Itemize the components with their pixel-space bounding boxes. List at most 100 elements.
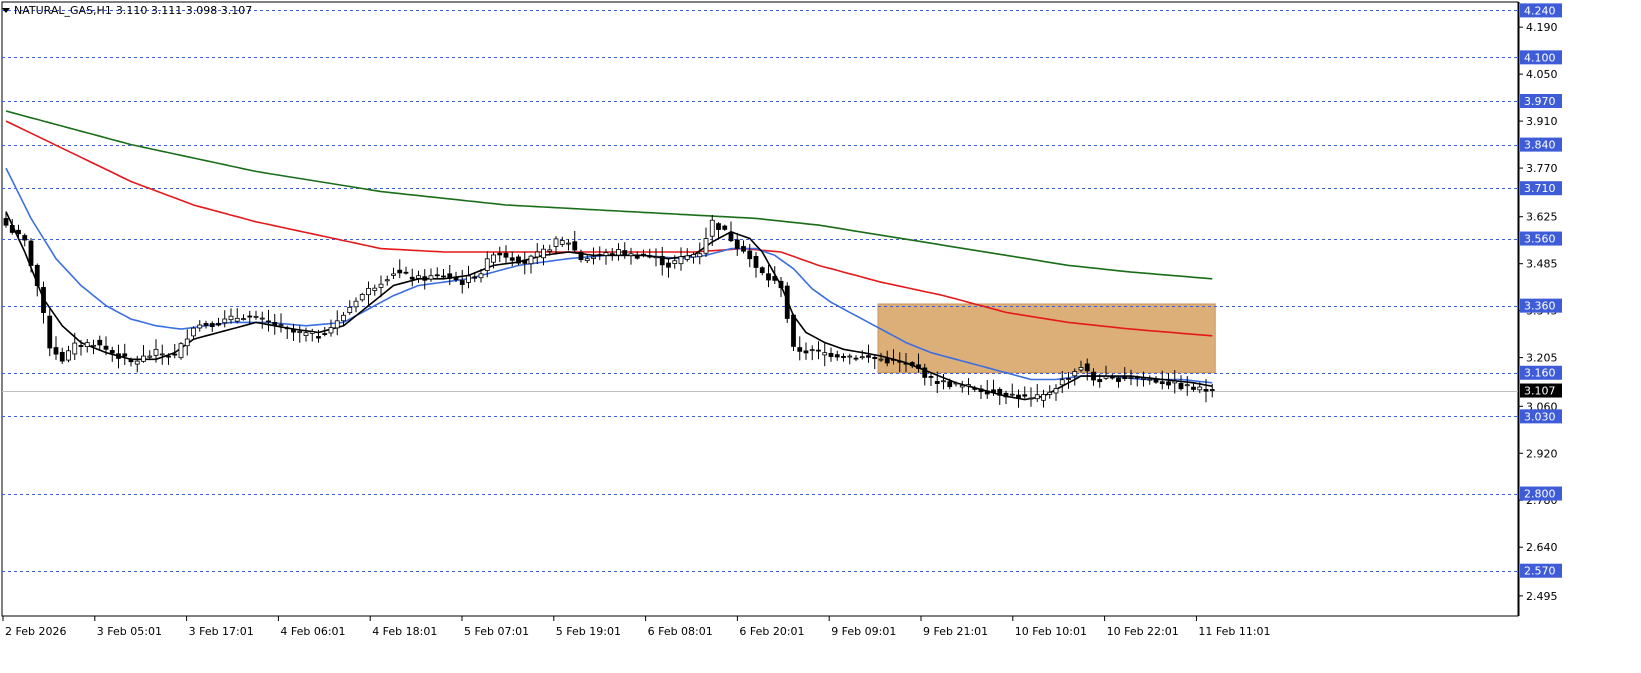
candle-body	[497, 252, 503, 256]
candle-body	[1022, 394, 1028, 397]
candle-body	[922, 367, 928, 378]
candle-body	[828, 353, 834, 357]
candle-body	[241, 318, 246, 321]
candle-body	[647, 255, 653, 258]
candle-body	[1041, 394, 1046, 401]
price-tick-label: 3.910	[1526, 115, 1558, 128]
candle-body	[534, 251, 540, 258]
candle-body	[391, 273, 396, 276]
time-tick-label: 9 Feb 09:01	[831, 625, 896, 638]
candle-body	[253, 315, 259, 318]
candle-body	[97, 339, 103, 346]
candle-body	[491, 254, 496, 263]
candle-body	[197, 324, 203, 329]
candle-body	[997, 388, 1003, 396]
candle-body	[722, 225, 728, 230]
candle-body	[78, 344, 84, 347]
candle-body	[1197, 386, 1203, 391]
candle-body	[847, 355, 853, 358]
candle-body	[1128, 376, 1134, 379]
candle-body	[1084, 363, 1090, 372]
candle-body	[984, 390, 990, 395]
candle-body	[509, 257, 515, 261]
candle-body	[234, 317, 240, 322]
candle-body	[353, 300, 359, 308]
candle-body	[653, 256, 659, 259]
candle-body	[403, 271, 409, 274]
candle-body	[316, 336, 321, 339]
candle-body	[928, 376, 934, 378]
candle-body	[1059, 379, 1065, 386]
candle-body	[72, 342, 78, 355]
candle-body	[1016, 394, 1021, 399]
candle-body	[903, 362, 909, 365]
candle-body	[1153, 378, 1159, 383]
candle-body	[128, 358, 134, 363]
candle-body	[872, 356, 878, 360]
candle-body	[572, 241, 578, 251]
candle-body	[1116, 377, 1121, 382]
candle-body	[1078, 367, 1084, 371]
candle-body	[766, 273, 771, 281]
candle-body	[1109, 376, 1115, 379]
candle-body	[1141, 377, 1146, 380]
candle-body	[384, 279, 390, 282]
price-tick-label: 3.625	[1526, 211, 1558, 224]
level-badge-label: 4.240	[1524, 4, 1556, 17]
candle-body	[34, 264, 40, 286]
candle-body	[372, 287, 378, 291]
candle-body	[478, 273, 484, 279]
candle-body	[22, 235, 28, 241]
candle-body	[541, 248, 546, 259]
candle-body	[484, 258, 490, 271]
candle-body	[184, 338, 190, 347]
candle-body	[709, 219, 715, 237]
level-badge-label: 3.970	[1524, 95, 1556, 108]
time-tick-label: 3 Feb 05:01	[97, 625, 162, 638]
candle-body	[1066, 378, 1071, 380]
candle-body	[209, 323, 215, 328]
candle-body	[334, 320, 340, 329]
candle-body	[416, 275, 421, 279]
candle-body	[347, 306, 353, 314]
time-tick-label: 10 Feb 10:01	[1015, 625, 1087, 638]
level-badge-label: 3.360	[1524, 300, 1556, 313]
candle-body	[1103, 376, 1109, 379]
candle-body	[809, 349, 815, 352]
candle-body	[278, 324, 284, 327]
candle-body	[703, 238, 709, 254]
candle-body	[866, 355, 871, 358]
candle-body	[1097, 379, 1103, 383]
price-chart[interactable]: 4.1904.0503.9103.7703.6253.4853.3453.205…	[0, 0, 1641, 673]
candle-body	[447, 273, 453, 279]
level-badge-label: 4.100	[1524, 51, 1556, 64]
candle-body	[553, 238, 559, 247]
level-badge-label: 3.160	[1524, 367, 1556, 380]
candle-body	[441, 275, 446, 278]
candle-body	[216, 322, 221, 326]
candle-body	[728, 232, 734, 242]
candle-body	[284, 327, 290, 330]
candle-body	[166, 355, 171, 358]
candle-body	[134, 360, 140, 365]
candle-body	[528, 255, 534, 265]
price-tick-label: 2.640	[1526, 541, 1558, 554]
candle-body	[678, 256, 684, 265]
candle-body	[141, 355, 146, 362]
candle-body	[91, 344, 96, 347]
candle-body	[1209, 389, 1215, 391]
candle-body	[291, 328, 296, 333]
price-tick-label: 3.485	[1526, 258, 1558, 271]
candle-body	[834, 354, 840, 358]
level-badge-label: 3.840	[1524, 139, 1556, 152]
candle-body	[916, 364, 921, 369]
candle-body	[178, 343, 184, 359]
ma-long-line	[5, 110, 1213, 280]
triangle-down-icon[interactable]	[2, 7, 10, 13]
time-tick-label: 6 Feb 20:01	[739, 625, 804, 638]
chart-window[interactable]: 4.1904.0503.9103.7703.6253.4853.3453.205…	[0, 0, 1641, 673]
candle-body	[53, 347, 59, 355]
candle-body	[816, 349, 821, 352]
candle-body	[359, 293, 365, 301]
candle-body	[953, 382, 959, 385]
